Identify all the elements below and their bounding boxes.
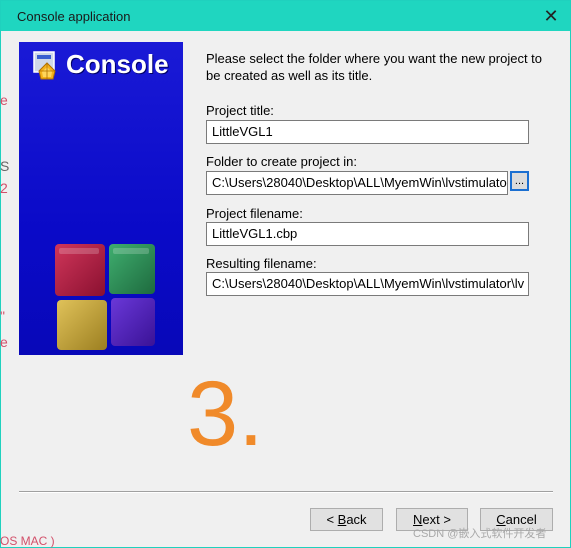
back-button-label: ack xyxy=(346,512,367,527)
cubes-logo-icon xyxy=(55,244,155,350)
project-title-label: Project title: xyxy=(206,103,274,118)
footer-separator xyxy=(19,491,553,493)
watermark: CSDN @嵌入式软件开发者 xyxy=(413,528,547,540)
codeblocks-logo-icon xyxy=(33,51,56,80)
folder-label: Folder to create project in: xyxy=(206,154,358,169)
annotation-text: 3. xyxy=(187,363,264,461)
project-filename-input[interactable]: LittleVGL1.cbp xyxy=(206,222,529,246)
back-button-prefix: < xyxy=(326,512,338,527)
folder-input[interactable]: C:\Users\28040\Desktop\ALL\MyemWin\lvsti… xyxy=(206,171,508,195)
resulting-filename-field: C:\Users\28040\Desktop\ALL\MyemWin\lvsti… xyxy=(206,272,529,296)
wizard-side-panel: Console xyxy=(19,42,183,355)
close-icon[interactable]: ✕ xyxy=(540,5,562,27)
project-title-input[interactable]: LittleVGL1 xyxy=(206,120,529,144)
handwritten-step-annotation: 3. xyxy=(187,363,264,461)
window-title: Console application xyxy=(17,9,131,24)
background-edge-text: e xyxy=(0,334,8,350)
instructions-text: Please select the folder where you want … xyxy=(206,51,543,83)
background-edge-text: " xyxy=(0,308,5,324)
back-button[interactable]: < Back xyxy=(310,508,383,531)
background-edge-text: OS MAC ) xyxy=(0,534,55,548)
background-edge-text: S xyxy=(0,158,10,174)
title-bar[interactable]: Console application ✕ xyxy=(1,1,570,31)
console-application-dialog: Console application ✕ Console Please sel… xyxy=(0,0,571,548)
browse-folder-button[interactable]: ... xyxy=(510,171,529,191)
panel-heading: Console xyxy=(66,49,169,79)
background-edge-text: 2 xyxy=(0,180,8,196)
project-filename-label: Project filename: xyxy=(206,206,303,221)
background-edge-text: e xyxy=(0,92,8,108)
resulting-filename-label: Resulting filename: xyxy=(206,256,317,271)
